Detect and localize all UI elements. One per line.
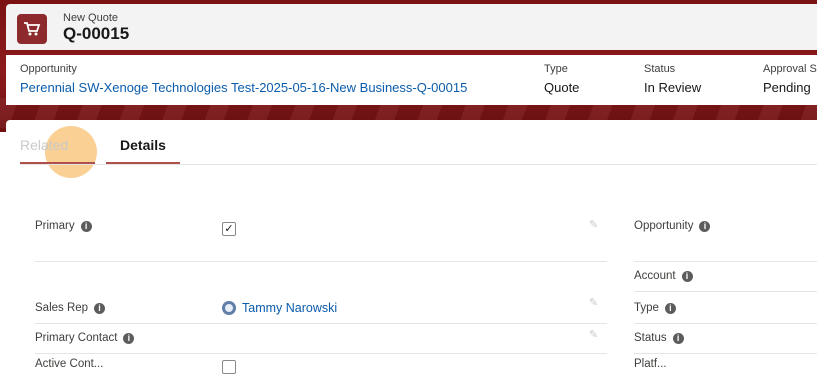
type-label: Type [544, 63, 568, 75]
info-icon[interactable]: i [80, 220, 92, 232]
opportunity-label: Opportunity [20, 63, 77, 75]
highlights-panel: Opportunity Perennial SW-Xenoge Technolo… [6, 55, 817, 105]
info-icon[interactable]: i [699, 220, 711, 232]
divider [35, 261, 607, 262]
tabs-divider [20, 164, 817, 165]
info-icon[interactable]: i [672, 332, 684, 344]
pencil-edit-icon[interactable]: ✎ [589, 218, 598, 231]
active-contract-label: Active Cont... [35, 358, 104, 370]
user-avatar-icon [222, 301, 236, 315]
tab-related[interactable]: Related [20, 132, 95, 164]
shopping-cart-icon [17, 14, 47, 44]
record-title: Q-00015 [63, 24, 130, 43]
active-contract-checkbox[interactable] [222, 360, 236, 374]
divider [634, 291, 817, 292]
field-sales-rep: Sales Rep i [35, 302, 106, 314]
primary-contact-label: Primary Contact [35, 332, 118, 344]
primary-label: Primary [35, 220, 75, 232]
platform-label: Platf... [634, 358, 667, 370]
object-label: New Quote [63, 12, 119, 24]
sales-rep-name[interactable]: Tammy Narowski [242, 301, 337, 315]
field-primary-contact: Primary Contact i [35, 332, 135, 344]
field-type: Type i [634, 302, 676, 314]
status-field-label: Status [634, 332, 667, 344]
field-primary: Primary i [35, 220, 92, 232]
type-value: Quote [544, 80, 580, 95]
record-detail-card: Related Details Primary i ✓ ✎ Sales Rep … [6, 120, 817, 374]
field-status: Status i [634, 332, 684, 344]
divider [35, 323, 607, 324]
info-icon[interactable]: i [664, 302, 676, 314]
field-opportunity: Opportunity i [634, 220, 711, 232]
status-value: In Review [644, 80, 702, 95]
account-label: Account [634, 270, 676, 282]
divider [634, 323, 817, 324]
info-icon[interactable]: i [681, 270, 693, 282]
sales-rep-label: Sales Rep [35, 302, 89, 314]
field-active-contract: Active Cont... [35, 358, 103, 370]
info-icon[interactable]: i [94, 302, 106, 314]
pencil-edit-icon[interactable]: ✎ [589, 296, 598, 309]
status-label: Status [644, 63, 676, 75]
type-field-label: Type [634, 302, 659, 314]
info-icon[interactable]: i [123, 332, 135, 344]
approval-status-label: Approval S [763, 63, 817, 75]
opportunity-field-label: Opportunity [634, 220, 694, 232]
opportunity-link[interactable]: Perennial SW-Xenoge Technologies Test-20… [20, 80, 467, 95]
tab-details[interactable]: Details [106, 132, 180, 164]
sales-rep-link[interactable]: Tammy Narowski [222, 301, 337, 315]
approval-status-value: Pending [763, 80, 811, 95]
record-header: New Quote Q-00015 [6, 4, 817, 50]
field-account: Account i [634, 270, 693, 282]
pencil-edit-icon[interactable]: ✎ [589, 328, 598, 341]
divider [634, 261, 817, 262]
divider [35, 353, 607, 354]
primary-checkbox[interactable]: ✓ [222, 222, 236, 236]
divider [634, 353, 817, 354]
field-platform: Platf... [634, 358, 667, 370]
